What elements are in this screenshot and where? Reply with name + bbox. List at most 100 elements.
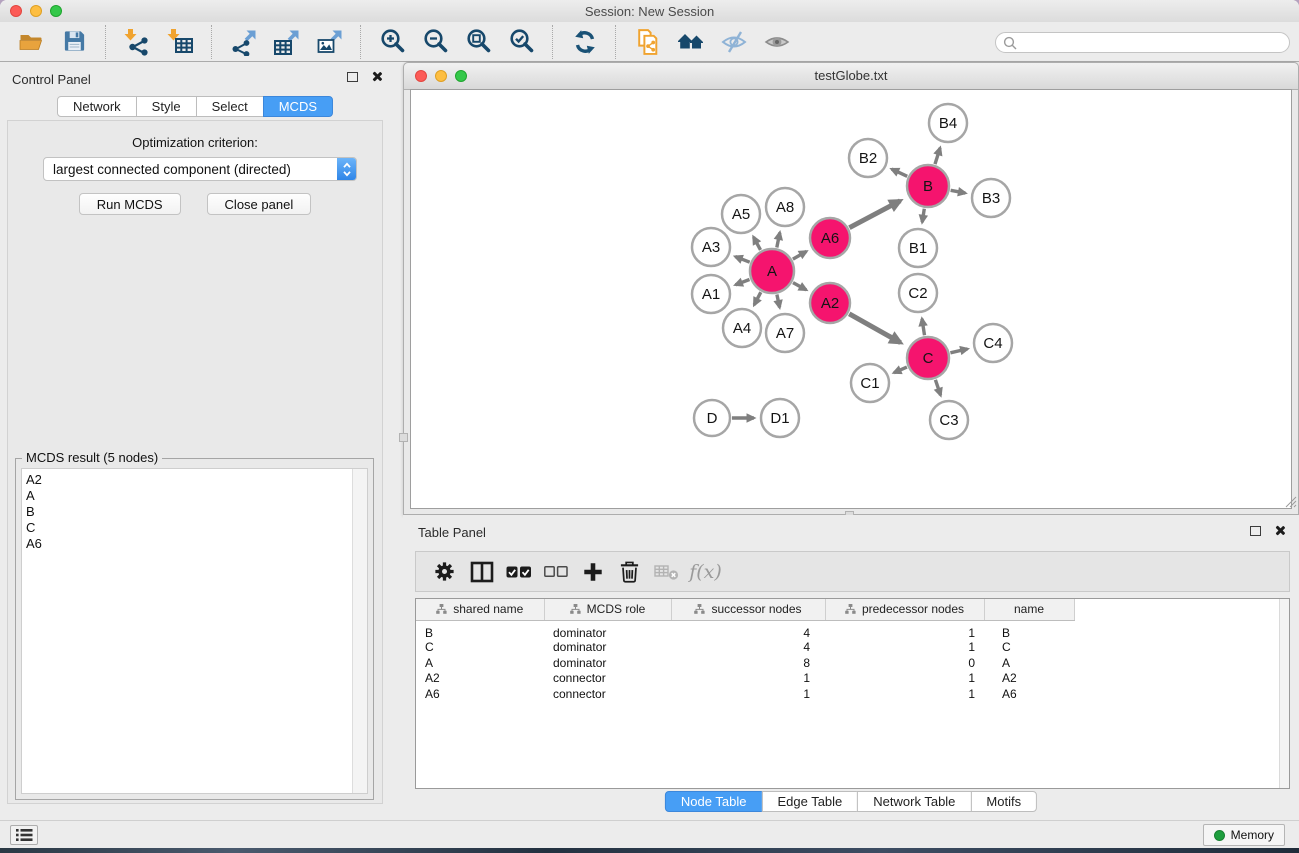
graph-edge-B-B3[interactable] <box>951 190 966 193</box>
column-header-name[interactable]: name <box>984 599 1074 620</box>
cell-shared-name[interactable]: B <box>416 620 544 640</box>
graph-node-B4[interactable]: B4 <box>929 104 967 142</box>
graph-node-A1[interactable]: A1 <box>692 275 730 313</box>
graph-edge-A-A8[interactable] <box>777 233 780 248</box>
criterion-select[interactable]: largest connected component (directed) <box>43 157 357 181</box>
cell-name[interactable]: A6 <box>984 686 1074 702</box>
run-mcds-button[interactable]: Run MCDS <box>79 193 181 215</box>
close-panel-button[interactable] <box>371 71 382 82</box>
table-row[interactable]: Cdominator41C <box>416 640 1290 656</box>
network-graph[interactable]: B4B2BB3A8A5A6A3B1AA1C2A2A4A7C4CC1C3DD1 <box>411 90 1293 510</box>
cell-shared-name[interactable]: A2 <box>416 671 544 687</box>
graph-node-B2[interactable]: B2 <box>849 139 887 177</box>
zoom-selected-button[interactable] <box>500 25 543 59</box>
cell-shared-name[interactable]: A6 <box>416 686 544 702</box>
graph-node-A7[interactable]: A7 <box>766 314 804 352</box>
cell-name[interactable]: B <box>984 620 1074 640</box>
resize-grip-icon[interactable] <box>1284 495 1297 513</box>
cell-successor-nodes[interactable]: 4 <box>671 640 825 656</box>
graph-edge-C-C4[interactable] <box>950 349 967 353</box>
cell-name[interactable]: C <box>984 640 1074 656</box>
column-header-predecessor-nodes[interactable]: predecessor nodes <box>825 599 984 620</box>
graph-edge-A-A6[interactable] <box>793 251 807 259</box>
cell-successor-nodes[interactable]: 8 <box>671 655 825 671</box>
graph-edge-A-A1[interactable] <box>736 280 750 285</box>
graph-edge-B-B2[interactable] <box>892 169 908 176</box>
graph-node-C4[interactable]: C4 <box>974 324 1012 362</box>
copy-network-button[interactable] <box>626 25 669 59</box>
delete-table-button[interactable] <box>648 556 685 588</box>
open-session-button[interactable] <box>10 25 53 59</box>
create-column-button[interactable] <box>574 556 611 588</box>
close-table-panel-button[interactable] <box>1274 525 1285 536</box>
graph-node-B3[interactable]: B3 <box>972 179 1010 217</box>
cell-predecessor-nodes[interactable]: 1 <box>825 686 984 702</box>
graph-node-A8[interactable]: A8 <box>766 188 804 226</box>
cell-predecessor-nodes[interactable]: 1 <box>825 640 984 656</box>
cell-predecessor-nodes[interactable]: 1 <box>825 620 984 640</box>
tab-edge-table[interactable]: Edge Table <box>761 791 858 812</box>
tab-select[interactable]: Select <box>196 96 264 117</box>
list-item[interactable]: B <box>22 504 367 520</box>
table-row[interactable]: Bdominator41B <box>416 620 1290 640</box>
graph-edge-A6-B[interactable] <box>849 201 900 228</box>
show-panels-button[interactable] <box>755 25 798 59</box>
column-header-mcds-role[interactable]: MCDS role <box>544 599 671 620</box>
zoom-out-button[interactable] <box>414 25 457 59</box>
search-input[interactable] <box>1021 34 1289 52</box>
list-item[interactable]: A <box>22 488 367 504</box>
import-table-button[interactable] <box>159 25 202 59</box>
tab-motifs[interactable]: Motifs <box>970 791 1037 812</box>
graph-node-A2[interactable]: A2 <box>810 283 850 323</box>
tab-node-table[interactable]: Node Table <box>665 791 763 812</box>
tab-network[interactable]: Network <box>57 96 137 117</box>
vertical-divider-handle[interactable] <box>399 433 408 442</box>
network-canvas[interactable]: B4B2BB3A8A5A6A3B1AA1C2A2A4A7C4CC1C3DD1 <box>410 89 1292 509</box>
memory-button[interactable]: Memory <box>1203 824 1285 846</box>
table-row[interactable]: A6connector11A6 <box>416 686 1290 702</box>
function-builder-button[interactable]: f(x) <box>685 556 722 588</box>
graph-edge-C-C3[interactable] <box>935 380 940 395</box>
export-image-button[interactable] <box>308 25 351 59</box>
graph-edge-A-A4[interactable] <box>754 292 761 305</box>
graph-node-A6[interactable]: A6 <box>810 218 850 258</box>
tab-style[interactable]: Style <box>136 96 197 117</box>
cell-shared-name[interactable]: C <box>416 640 544 656</box>
graph-node-B1[interactable]: B1 <box>899 229 937 267</box>
column-header-shared-name[interactable]: shared name <box>416 599 544 620</box>
home-button[interactable] <box>669 25 712 59</box>
graph-node-C2[interactable]: C2 <box>899 274 937 312</box>
float-table-panel-button[interactable] <box>1250 526 1261 536</box>
refresh-button[interactable] <box>563 25 606 59</box>
graph-edge-A-A7[interactable] <box>777 295 780 308</box>
graph-edge-A-A5[interactable] <box>754 237 761 250</box>
graph-edge-A-A2[interactable] <box>793 283 806 290</box>
table-scrollbar[interactable] <box>1279 599 1289 788</box>
cell-mcds-role[interactable]: connector <box>544 686 671 702</box>
graph-edge-A-A3[interactable] <box>735 257 749 263</box>
show-column-button[interactable] <box>463 556 500 588</box>
graph-node-A4[interactable]: A4 <box>723 309 761 347</box>
cell-mcds-role[interactable]: connector <box>544 671 671 687</box>
close-panel-button-2[interactable]: Close panel <box>207 193 312 215</box>
cell-successor-nodes[interactable]: 4 <box>671 620 825 640</box>
graph-edge-C-C2[interactable] <box>922 319 925 336</box>
deselect-all-button[interactable] <box>537 556 574 588</box>
graph-node-A5[interactable]: A5 <box>722 195 760 233</box>
cell-shared-name[interactable]: A <box>416 655 544 671</box>
cell-mcds-role[interactable]: dominator <box>544 620 671 640</box>
save-session-button[interactable] <box>53 25 96 59</box>
delete-column-button[interactable] <box>611 556 648 588</box>
table-row[interactable]: Adominator80A <box>416 655 1290 671</box>
table-settings-button[interactable] <box>426 556 463 588</box>
float-panel-button[interactable] <box>347 72 358 82</box>
cell-predecessor-nodes[interactable]: 1 <box>825 671 984 687</box>
graph-node-B[interactable]: B <box>907 165 949 207</box>
graph-edge-C-C1[interactable] <box>894 367 907 373</box>
cell-successor-nodes[interactable]: 1 <box>671 686 825 702</box>
export-network-button[interactable] <box>222 25 265 59</box>
task-history-button[interactable] <box>10 825 38 845</box>
column-header-successor-nodes[interactable]: successor nodes <box>671 599 825 620</box>
select-all-button[interactable] <box>500 556 537 588</box>
graph-edge-A2-C[interactable] <box>849 314 900 343</box>
